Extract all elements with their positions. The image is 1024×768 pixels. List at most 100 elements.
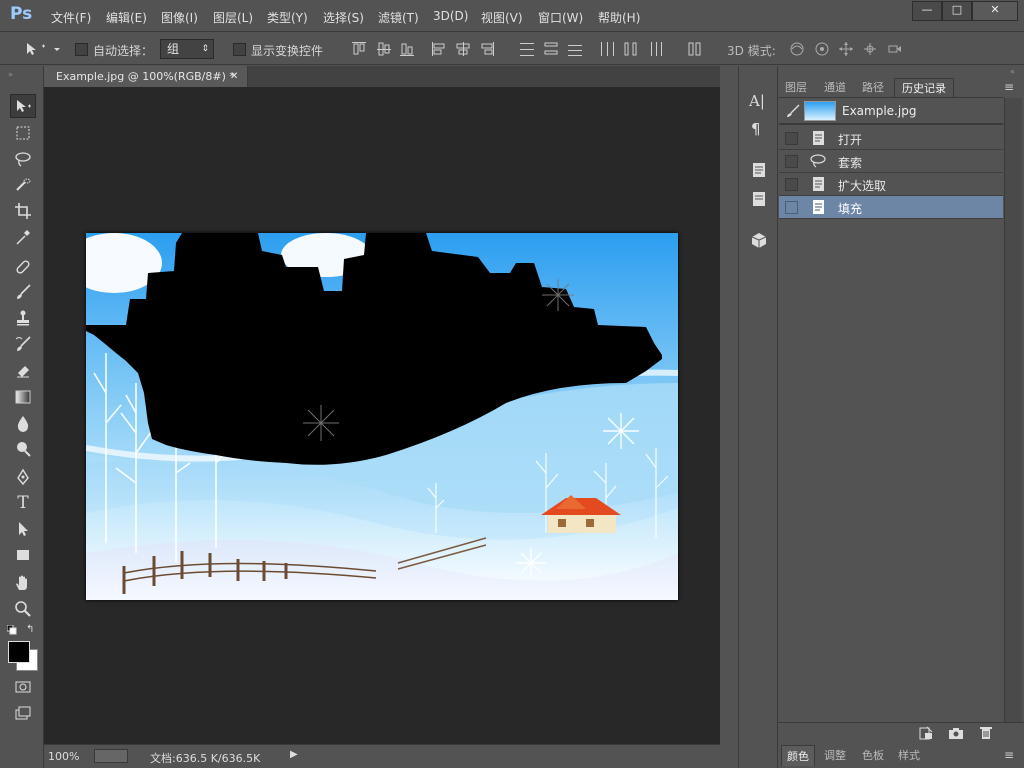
menu-view[interactable]: 视图(V) xyxy=(481,9,523,26)
history-step[interactable]: 打开 xyxy=(779,127,1003,150)
distribute-left-icon[interactable] xyxy=(598,40,616,58)
document-tab[interactable]: Example.jpg @ 100%(RGB/8#) * ✕ xyxy=(44,66,248,87)
type-icon: T xyxy=(17,493,29,513)
clone-stamp-tool[interactable] xyxy=(10,306,36,330)
paragraph-panel-icon[interactable]: ¶ xyxy=(751,120,771,138)
mode-3d-label: 3D 模式: xyxy=(727,44,776,58)
3d-roll-icon[interactable] xyxy=(813,40,831,58)
menu-3d[interactable]: 3D(D) xyxy=(433,9,468,23)
close-window-button[interactable]: ✕ xyxy=(972,1,1018,21)
document-title: Example.jpg @ 100%(RGB/8#) * xyxy=(56,70,235,83)
dodge-tool[interactable] xyxy=(10,437,36,461)
panel-collapse-icon[interactable] xyxy=(4,66,42,76)
distribute-right-icon[interactable] xyxy=(646,40,664,58)
lasso-tool[interactable] xyxy=(10,147,36,171)
history-step-checkbox[interactable] xyxy=(785,132,798,145)
swap-colors-icon[interactable]: ↰ xyxy=(26,624,38,636)
notes-panel-icon[interactable] xyxy=(750,161,768,179)
pen-tool[interactable] xyxy=(10,465,36,489)
tab-color[interactable]: 颜色 xyxy=(781,745,815,766)
panel-menu-icon[interactable]: ≡ xyxy=(1004,80,1014,94)
history-step-checkbox[interactable] xyxy=(785,155,798,168)
status-menu-arrow-icon[interactable]: ▶ xyxy=(290,749,298,760)
type-tool[interactable]: T xyxy=(10,491,36,515)
panel-group-collapse-icon[interactable]: « xyxy=(1010,67,1015,76)
history-step[interactable]: 扩大选取 xyxy=(779,173,1003,196)
align-hcenter-icon[interactable] xyxy=(454,40,472,58)
new-document-from-state-icon[interactable] xyxy=(918,726,934,740)
3d-scale-icon[interactable] xyxy=(885,40,903,58)
menu-select[interactable]: 选择(S) xyxy=(323,9,364,26)
history-scrollbar[interactable] xyxy=(1004,98,1022,722)
history-step[interactable]: 套索 xyxy=(779,150,1003,173)
maximize-button[interactable]: □ xyxy=(942,1,972,21)
comment-panel-icon[interactable] xyxy=(750,190,768,208)
shape-tool[interactable] xyxy=(10,543,36,567)
gradient-tool[interactable] xyxy=(10,385,36,409)
status-preview-icon[interactable] xyxy=(94,749,128,763)
align-left-icon[interactable] xyxy=(430,40,448,58)
menu-help[interactable]: 帮助(H) xyxy=(598,9,640,26)
distribute-top-icon[interactable] xyxy=(518,40,536,58)
menu-image[interactable]: 图像(I) xyxy=(161,9,198,26)
align-bottom-icon[interactable] xyxy=(398,40,416,58)
3d-slide-icon[interactable] xyxy=(861,40,879,58)
history-brush-tool[interactable] xyxy=(10,332,36,356)
crop-tool[interactable] xyxy=(10,199,36,223)
distribute-bottom-icon[interactable] xyxy=(566,40,584,58)
auto-select-dropdown[interactable]: 组 ⇕ xyxy=(160,39,214,59)
screen-mode-tool[interactable] xyxy=(10,701,36,725)
3d-rotate-icon[interactable] xyxy=(788,40,806,58)
history-step-checkbox[interactable] xyxy=(785,201,798,214)
minimize-button[interactable]: — xyxy=(912,1,942,21)
healing-brush-tool[interactable] xyxy=(10,255,36,279)
character-panel-icon[interactable]: A| xyxy=(749,92,769,110)
blur-tool[interactable] xyxy=(10,411,36,435)
foreground-color-swatch[interactable] xyxy=(8,641,30,663)
align-right-icon[interactable] xyxy=(478,40,496,58)
menu-type[interactable]: 类型(Y) xyxy=(267,9,308,26)
menu-window[interactable]: 窗口(W) xyxy=(538,9,583,26)
show-transform-checkbox[interactable] xyxy=(233,43,246,56)
3d-pan-icon[interactable] xyxy=(837,40,855,58)
history-step-checkbox[interactable] xyxy=(785,178,798,191)
eyedropper-tool[interactable] xyxy=(10,225,36,249)
zoom-level[interactable]: 100% xyxy=(48,750,79,763)
distribute-vcenter-icon[interactable] xyxy=(542,40,560,58)
auto-select-checkbox[interactable] xyxy=(75,43,88,56)
history-snapshot[interactable]: Example.jpg xyxy=(779,98,1003,125)
hand-tool[interactable] xyxy=(10,571,36,595)
menu-layer[interactable]: 图层(L) xyxy=(213,9,253,26)
brush-tool[interactable] xyxy=(10,280,36,304)
history-step-active[interactable]: 填充 xyxy=(779,196,1003,219)
marquee-tool[interactable] xyxy=(10,121,36,145)
camera-icon[interactable] xyxy=(948,726,964,740)
close-document-button[interactable]: ✕ xyxy=(230,66,238,87)
menu-filter[interactable]: 滤镜(T) xyxy=(378,9,419,26)
tab-swatches[interactable]: 色板 xyxy=(856,745,890,766)
bottom-panel-menu-icon[interactable]: ≡ xyxy=(1004,748,1014,762)
auto-align-icon[interactable] xyxy=(686,40,704,58)
3d-cube-icon[interactable] xyxy=(750,231,768,249)
eraser-tool[interactable] xyxy=(10,358,36,382)
tab-layers[interactable]: 图层 xyxy=(780,78,812,97)
quick-select-tool[interactable] xyxy=(10,173,36,197)
path-select-tool[interactable] xyxy=(10,517,36,541)
tab-history[interactable]: 历史记录 xyxy=(894,78,954,97)
align-vcenter-icon[interactable] xyxy=(375,40,393,58)
tab-paths[interactable]: 路径 xyxy=(856,78,890,97)
align-top-icon[interactable] xyxy=(350,40,368,58)
move-tool-preset-picker[interactable] xyxy=(24,40,64,58)
menu-file[interactable]: 文件(F) xyxy=(51,9,91,26)
distribute-hcenter-icon[interactable] xyxy=(622,40,640,58)
menu-edit[interactable]: 编辑(E) xyxy=(106,9,147,26)
move-tool[interactable] xyxy=(10,94,36,118)
tab-channels[interactable]: 通道 xyxy=(818,78,852,97)
zoom-tool[interactable] xyxy=(10,597,36,621)
tab-adjustments[interactable]: 调整 xyxy=(818,745,852,766)
trash-icon[interactable] xyxy=(978,726,994,740)
default-colors-icon[interactable] xyxy=(6,624,17,635)
tab-styles[interactable]: 样式 xyxy=(892,745,926,766)
document-canvas[interactable] xyxy=(66,233,679,600)
quick-mask-tool[interactable] xyxy=(10,675,36,699)
